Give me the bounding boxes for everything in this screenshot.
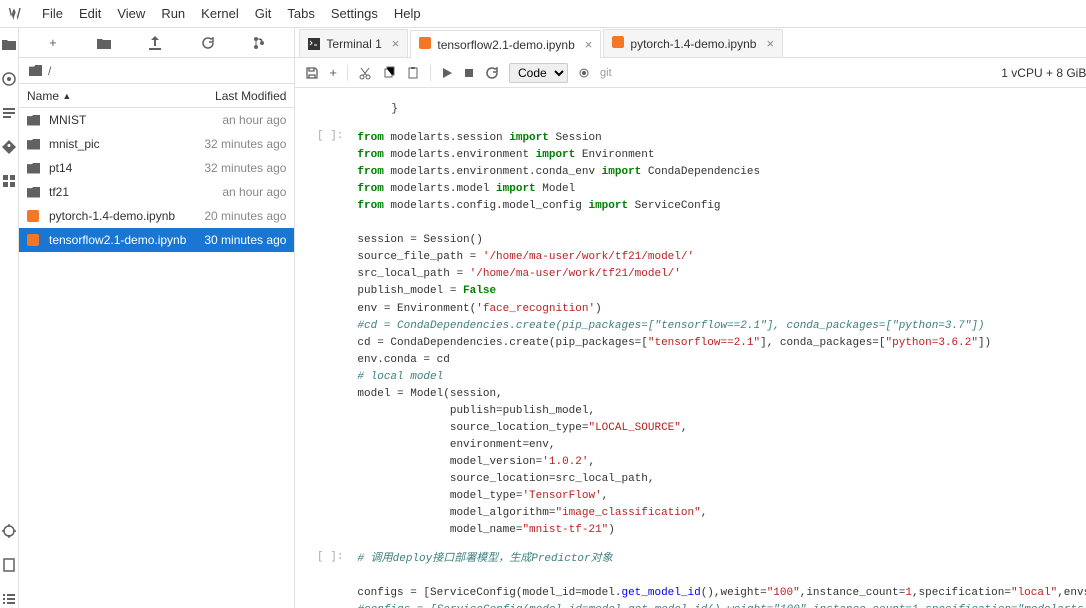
file-list-headers: Name ▲ Last Modified (19, 84, 294, 108)
file-name: pt14 (49, 161, 186, 175)
file-browser-sidebar: + / Name ▲ Last Modified MNISTan hour ag… (19, 28, 295, 608)
notebook-icon (27, 234, 43, 246)
file-list: MNISTan hour agomnist_pic32 minutes agop… (19, 108, 294, 608)
file-modified: 32 minutes ago (186, 137, 286, 151)
menubar: FileEditViewRunKernelGitTabsSettingsHelp (0, 0, 1086, 28)
file-name: pytorch-1.4-demo.ipynb (49, 209, 186, 223)
resources-status: 1 vCPU + 8 GiB (1001, 66, 1086, 80)
refresh-icon[interactable] (201, 36, 217, 50)
cell-type-select[interactable]: Code (509, 63, 568, 83)
stop-icon[interactable] (463, 67, 475, 79)
code-cell[interactable]: } (295, 98, 1086, 121)
restart-icon[interactable] (485, 66, 499, 80)
git-icon[interactable] (0, 138, 18, 156)
cell-prompt: [ ]: (295, 548, 351, 608)
doc-icon[interactable] (0, 556, 18, 574)
file-modified: an hour ago (186, 113, 286, 127)
file-name: mnist_pic (49, 137, 186, 151)
notebook-body[interactable]: }[ ]:from modelarts.session import Sessi… (295, 88, 1086, 608)
app-logo-icon (8, 5, 26, 23)
tab[interactable]: tensorflow2.1-demo.ipynb × (410, 30, 601, 58)
notebook-icon (612, 36, 624, 51)
run-icon[interactable] (441, 67, 453, 79)
document-tabs: Terminal 1×tensorflow2.1-demo.ipynb×pyto… (295, 28, 1086, 58)
cell-body[interactable]: } (351, 98, 1086, 121)
menu-view[interactable]: View (109, 2, 153, 25)
column-header-modified[interactable]: Last Modified (186, 84, 294, 107)
file-name: tf21 (49, 185, 186, 199)
notebook-icon (27, 210, 43, 222)
menu-settings[interactable]: Settings (323, 2, 386, 25)
commands-icon[interactable] (0, 104, 18, 122)
upload-icon[interactable] (149, 36, 165, 50)
new-folder-icon[interactable] (97, 37, 113, 49)
file-modified: 30 minutes ago (186, 233, 286, 247)
close-icon[interactable]: × (392, 36, 400, 51)
main-content: Terminal 1×tensorflow2.1-demo.ipynb×pyto… (295, 28, 1086, 608)
menu-edit[interactable]: Edit (71, 2, 109, 25)
file-modified: 20 minutes ago (186, 209, 286, 223)
close-icon[interactable]: × (585, 37, 593, 52)
git-pull-icon[interactable] (252, 36, 268, 50)
notebook-icon (419, 37, 431, 52)
close-icon[interactable]: × (766, 36, 774, 51)
cell-prompt (295, 98, 351, 121)
menu-git[interactable]: Git (247, 2, 280, 25)
git-label: git (600, 67, 612, 79)
menu-file[interactable]: File (34, 2, 71, 25)
cell-body[interactable]: from modelarts.session import Session fr… (351, 127, 1086, 542)
cut-icon[interactable] (358, 66, 372, 80)
copy-icon[interactable] (382, 66, 396, 80)
tab-label: pytorch-1.4-demo.ipynb (630, 37, 756, 51)
breadcrumb[interactable]: / (19, 58, 294, 84)
toc-icon[interactable] (0, 590, 18, 608)
add-cell-icon[interactable]: + (329, 65, 337, 80)
file-row[interactable]: pt1432 minutes ago (19, 156, 294, 180)
tab[interactable]: pytorch-1.4-demo.ipynb × (603, 29, 783, 57)
code-cell[interactable]: [ ]:# 调用deploy接口部署模型，生成Predictor对象 confi… (295, 548, 1086, 608)
tab[interactable]: Terminal 1 × (299, 29, 408, 57)
file-row[interactable]: mnist_pic32 minutes ago (19, 132, 294, 156)
extensions-icon[interactable] (0, 522, 18, 540)
file-browser-toolbar: + (19, 28, 294, 58)
tab-label: Terminal 1 (326, 37, 381, 51)
file-row[interactable]: tf21an hour ago (19, 180, 294, 204)
save-icon[interactable] (305, 66, 319, 80)
folder-icon (27, 139, 43, 150)
folder-icon (27, 163, 43, 174)
activity-bar (0, 28, 19, 608)
folder-icon[interactable] (0, 36, 18, 54)
record-icon[interactable] (578, 67, 590, 79)
menu-tabs[interactable]: Tabs (279, 2, 322, 25)
file-row[interactable]: pytorch-1.4-demo.ipynb20 minutes ago (19, 204, 294, 228)
tabs-icon[interactable] (0, 172, 18, 190)
file-modified: 32 minutes ago (186, 161, 286, 175)
code-cell[interactable]: [ ]:from modelarts.session import Sessio… (295, 127, 1086, 542)
file-modified: an hour ago (186, 185, 286, 199)
file-name: MNIST (49, 113, 186, 127)
file-name: tensorflow2.1-demo.ipynb (49, 233, 186, 247)
running-icon[interactable] (0, 70, 18, 88)
new-launcher-icon[interactable]: + (45, 35, 61, 50)
file-row[interactable]: tensorflow2.1-demo.ipynb30 minutes ago (19, 228, 294, 252)
file-row[interactable]: MNISTan hour ago (19, 108, 294, 132)
cell-body[interactable]: # 调用deploy接口部署模型，生成Predictor对象 configs =… (351, 548, 1086, 608)
notebook-toolbar: + Code git 1 vCPU + 8 GiB | TensorFlow-1… (295, 58, 1086, 88)
menu-kernel[interactable]: Kernel (193, 2, 247, 25)
paste-icon[interactable] (406, 66, 420, 80)
menu-run[interactable]: Run (153, 2, 193, 25)
tab-label: tensorflow2.1-demo.ipynb (437, 38, 574, 52)
folder-icon (27, 115, 43, 126)
menu-help[interactable]: Help (386, 2, 429, 25)
column-header-name[interactable]: Name ▲ (19, 84, 186, 107)
terminal-icon (308, 38, 320, 50)
folder-icon (27, 187, 43, 198)
cell-prompt: [ ]: (295, 127, 351, 542)
